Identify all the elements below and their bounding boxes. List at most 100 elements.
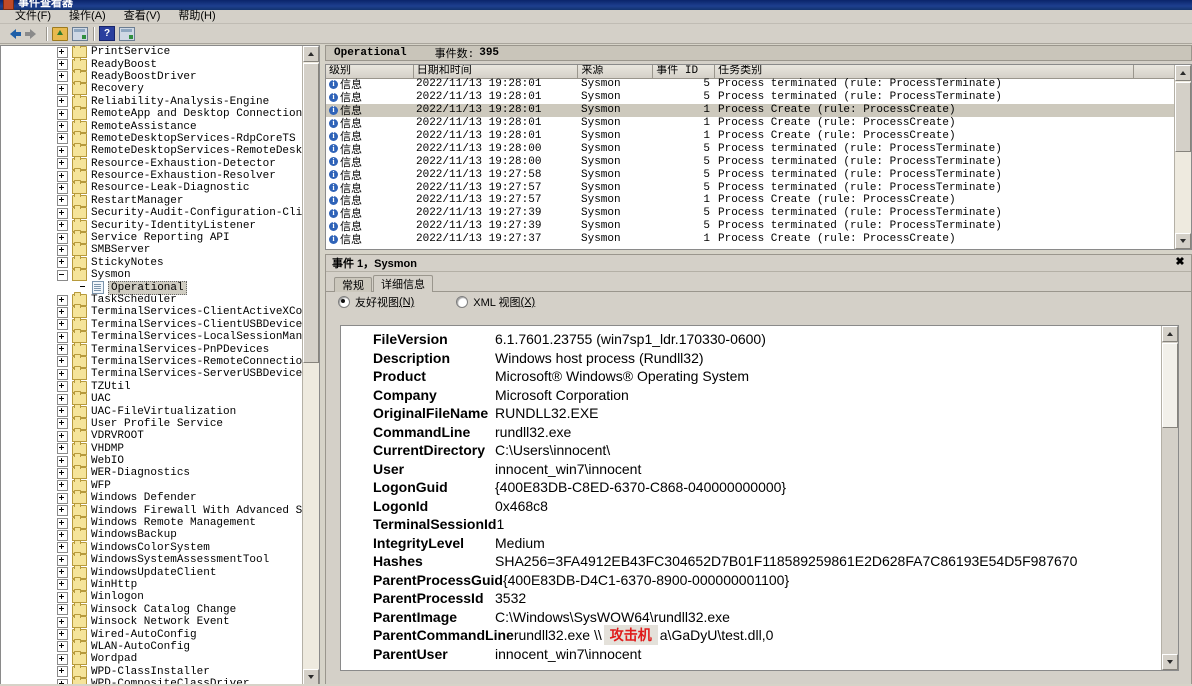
tree-item-windows-remote-management[interactable]: Windows Remote Management <box>1 515 303 530</box>
table-row[interactable]: i 信息 2022/11/13 19:27:37 Sysmon 1 Process Cre… <box>326 233 1175 247</box>
column-header-3[interactable]: 事件 ID <box>653 65 716 78</box>
expand-icon[interactable] <box>57 505 68 517</box>
tree-item-remotedesktopservices-rdpcorets[interactable]: RemoteDesktopServices-RdpCoreTS <box>1 130 303 145</box>
column-header-0[interactable]: 级别 <box>326 65 414 78</box>
tree-item-windowssystemassessmenttool[interactable]: WindowsSystemAssessmentTool <box>1 552 303 567</box>
show-hide-console-tree-button[interactable] <box>71 25 89 42</box>
expand-icon[interactable] <box>57 653 68 665</box>
tree-item-vdrvroot[interactable]: VDRVROOT <box>1 428 303 443</box>
expand-icon[interactable] <box>57 220 68 232</box>
tree-item-smbserver[interactable]: SMBServer <box>1 242 303 257</box>
menu-item-action[interactable]: 操作(A) <box>60 10 115 23</box>
tree-item-terminalservices-clientactivexcore[interactable]: TerminalServices-ClientActiveXCore <box>1 304 303 319</box>
expand-icon[interactable] <box>57 406 68 418</box>
table-row[interactable]: i 信息 2022/11/13 19:28:01 Sysmon 1 Process Cre… <box>326 117 1175 131</box>
tree-item-stickynotes[interactable]: StickyNotes <box>1 254 303 269</box>
tab-details[interactable]: 详细信息 <box>373 275 433 292</box>
tree-item-wfp[interactable]: WFP <box>1 477 303 492</box>
expand-icon[interactable] <box>57 529 68 541</box>
event-list-scroll-up-button[interactable] <box>1175 65 1191 81</box>
menu-item-view[interactable]: 查看(V) <box>115 10 170 23</box>
detail-scroll-up-button[interactable] <box>1162 326 1178 342</box>
expand-icon[interactable] <box>57 207 68 219</box>
table-row[interactable]: i 信息 2022/11/13 19:27:39 Sysmon 5 Process ter… <box>326 207 1175 221</box>
expand-icon[interactable] <box>57 108 68 120</box>
table-row[interactable]: i 信息 2022/11/13 19:27:39 Sysmon 5 Process ter… <box>326 220 1175 234</box>
expand-icon[interactable] <box>57 83 68 95</box>
help-button[interactable]: ? <box>98 25 116 42</box>
expand-icon[interactable] <box>57 666 68 678</box>
event-detail-scrollbar[interactable] <box>1161 326 1178 670</box>
event-list-scroll-thumb[interactable] <box>1175 82 1191 152</box>
expand-icon[interactable] <box>57 591 68 603</box>
table-row[interactable]: i 信息 2022/11/13 19:28:01 Sysmon 1 Process Cre… <box>326 103 1175 118</box>
tree-item-windows-firewall-with-advanced-security[interactable]: Windows Firewall With Advanced Security <box>1 502 303 517</box>
tree-item-security-audit-configuration-client[interactable]: Security-Audit-Configuration-Client <box>1 205 303 220</box>
expand-icon[interactable] <box>57 492 68 504</box>
expand-icon[interactable] <box>57 641 68 653</box>
tree-item-resource-leak-diagnostic[interactable]: Resource-Leak-Diagnostic <box>1 180 303 195</box>
expand-icon[interactable] <box>57 306 68 318</box>
expand-icon[interactable] <box>57 96 68 108</box>
expand-icon[interactable] <box>57 443 68 455</box>
expand-icon[interactable] <box>57 629 68 641</box>
table-row[interactable]: i 信息 2022/11/13 19:27:57 Sysmon 1 Process Cre… <box>326 194 1175 208</box>
tree-item-terminalservices-serverusbdevices[interactable]: TerminalServices-ServerUSBDevices <box>1 366 303 381</box>
expand-icon[interactable] <box>57 381 68 393</box>
expand-icon[interactable] <box>57 59 68 71</box>
tree-item-wer-diagnostics[interactable]: WER-Diagnostics <box>1 465 303 480</box>
expand-icon[interactable] <box>57 604 68 616</box>
expand-icon[interactable] <box>57 121 68 133</box>
close-icon[interactable]: ✖ <box>1174 256 1186 268</box>
collapse-icon[interactable] <box>57 269 68 281</box>
expand-icon[interactable] <box>57 393 68 405</box>
tab-general[interactable]: 常规 <box>334 277 372 292</box>
expand-icon[interactable] <box>57 616 68 628</box>
up-one-level-button[interactable] <box>51 25 69 42</box>
forward-button[interactable] <box>24 25 42 42</box>
expand-icon[interactable] <box>57 71 68 83</box>
expand-icon[interactable] <box>57 579 68 591</box>
expand-icon[interactable] <box>57 467 68 479</box>
table-row[interactable]: i 信息 2022/11/13 19:27:58 Sysmon 5 Process ter… <box>326 168 1175 183</box>
expand-icon[interactable] <box>57 368 68 380</box>
tree-item-remoteassistance[interactable]: RemoteAssistance <box>1 118 303 133</box>
menu-item-help[interactable]: 帮助(H) <box>169 10 224 23</box>
expand-icon[interactable] <box>57 170 68 182</box>
tree-item-terminalservices-clientusbdevices[interactable]: TerminalServices-ClientUSBDevices <box>1 316 303 331</box>
tree-item-terminalservices-remoteconnectionmanager[interactable]: TerminalServices-RemoteConnectionManager <box>1 353 303 368</box>
expand-icon[interactable] <box>57 567 68 579</box>
menu-item-file[interactable]: 文件(F) <box>6 10 60 23</box>
expand-icon[interactable] <box>57 344 68 356</box>
expand-icon[interactable] <box>57 257 68 269</box>
table-row[interactable]: i 信息 2022/11/13 19:28:00 Sysmon 5 Process ter… <box>326 142 1175 157</box>
table-row[interactable]: i 信息 2022/11/13 19:27:57 Sysmon 5 Process ter… <box>326 181 1175 196</box>
tree-item-tzutil[interactable]: TZUtil <box>1 378 303 393</box>
tree-item-taskscheduler[interactable]: TaskScheduler <box>1 292 303 306</box>
tree-item-readyboost[interactable]: ReadyBoost <box>1 56 303 71</box>
expand-icon[interactable] <box>57 145 68 157</box>
tree-item-winlogon[interactable]: Winlogon <box>1 589 303 604</box>
column-header-1[interactable]: 日期和时间 <box>413 65 579 78</box>
tree-item-remoteapp-and-desktop-connections[interactable]: RemoteApp and Desktop Connections <box>1 106 303 121</box>
tree-item-reliability-analysis-engine[interactable]: Reliability-Analysis-Engine <box>1 93 303 108</box>
console-tree[interactable]: PrintService ReadyBoost ReadyBoostDriver Re… <box>1 46 303 685</box>
tree-scroll-up-button[interactable] <box>303 46 319 62</box>
expand-icon[interactable] <box>57 182 68 194</box>
detail-scroll-thumb[interactable] <box>1162 343 1178 428</box>
expand-icon[interactable] <box>57 46 68 58</box>
tree-item-operational[interactable]: Operational <box>1 280 303 295</box>
table-row[interactable]: i 信息 2022/11/13 19:28:01 Sysmon 1 Process Cre… <box>326 130 1175 144</box>
expand-icon[interactable] <box>57 418 68 430</box>
tree-item-wordpad[interactable]: Wordpad <box>1 651 303 666</box>
show-action-pane-button[interactable] <box>118 25 136 42</box>
tree-item-remotedesktopservices-remotedesktopsessionmanager[interactable]: RemoteDesktopServices-RemoteDesktopSessi… <box>1 143 303 158</box>
tree-item-user-profile-service[interactable]: User Profile Service <box>1 415 303 430</box>
tree-item-printservice[interactable]: PrintService <box>1 46 303 59</box>
tree-item-uac-filevirtualization[interactable]: UAC-FileVirtualization <box>1 403 303 418</box>
event-detail-field-list[interactable]: FileVersion 6.1.7601.23755 (win7sp1_ldr.1… <box>341 326 1162 670</box>
tree-item-recovery[interactable]: Recovery <box>1 81 303 96</box>
tree-item-windows-defender[interactable]: Windows Defender <box>1 490 303 505</box>
event-list-scroll-down-button[interactable] <box>1175 233 1191 249</box>
tree-item-wpd-classinstaller[interactable]: WPD-ClassInstaller <box>1 663 303 678</box>
